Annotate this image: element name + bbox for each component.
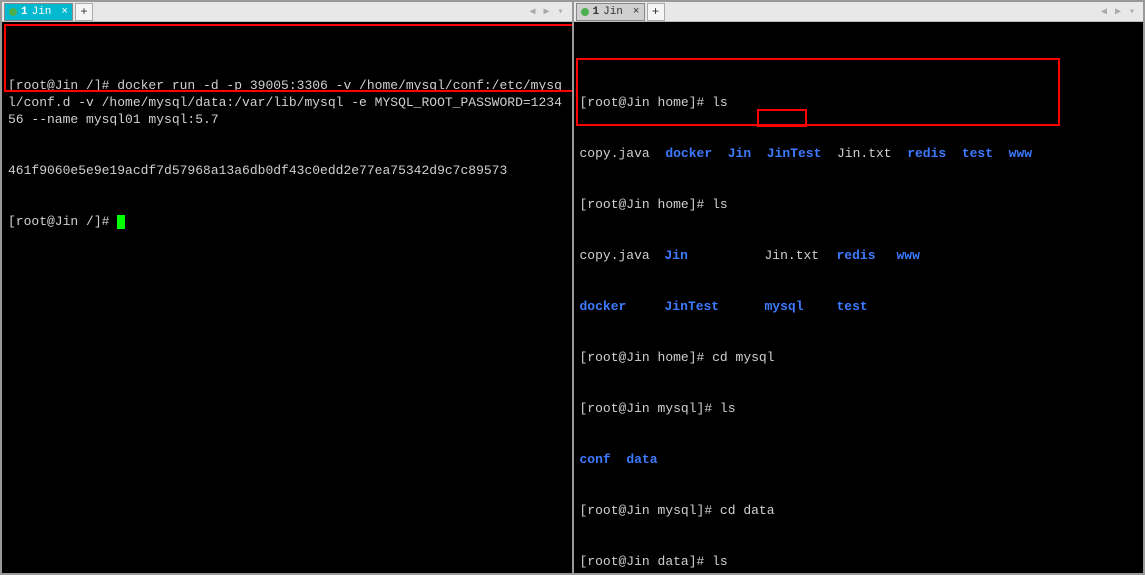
terminal-line: [root@Jin home]# ls	[580, 94, 1138, 111]
nav-dropdown-icon[interactable]: ▾	[554, 5, 568, 19]
terminal-line: [root@Jin home]# ls	[580, 196, 1138, 213]
close-icon[interactable]: ×	[633, 6, 640, 18]
left-tab[interactable]: 1 Jin ×	[4, 3, 73, 21]
split-view: 1 Jin × + ◀ ▶ ▾ [root@Jin /]# docker run…	[0, 0, 1145, 575]
highlight-box	[757, 109, 807, 127]
tab-number: 1	[593, 6, 600, 18]
tab-nav: ◀ ▶ ▾	[1097, 5, 1139, 19]
nav-dropdown-icon[interactable]: ▾	[1125, 5, 1139, 19]
highlight-box	[576, 58, 1060, 126]
left-pane: 1 Jin × + ◀ ▶ ▾ [root@Jin /]# docker run…	[1, 1, 573, 574]
right-tabbar: 1 Jin × + ◀ ▶ ▾	[574, 2, 1144, 22]
right-terminal[interactable]: [root@Jin home]# ls copy.java docker Jin…	[574, 22, 1144, 573]
nav-prev-icon[interactable]: ◀	[526, 5, 540, 19]
nav-next-icon[interactable]: ▶	[540, 5, 554, 19]
terminal-line: 461f9060e5e9e19acdf7d57968a13a6db0df43c0…	[8, 162, 566, 179]
terminal-line: [root@Jin mysql]# ls	[580, 400, 1138, 417]
tab-number: 1	[21, 6, 28, 18]
terminal-line: dockerJinTestmysqltest	[580, 298, 1138, 315]
tab-host: Jin	[603, 6, 623, 18]
terminal-line: [root@Jin /]#	[8, 213, 566, 230]
cursor-icon	[117, 215, 125, 229]
terminal-line: conf data	[580, 451, 1138, 468]
new-tab-button[interactable]: +	[75, 3, 93, 21]
nav-prev-icon[interactable]: ◀	[1097, 5, 1111, 19]
terminal-line: [root@Jin home]# cd mysql	[580, 349, 1138, 366]
terminal-line: copy.javaJinJin.txtrediswww	[580, 247, 1138, 264]
terminal-line: [root@Jin /]# docker run -d -p 39005:330…	[8, 77, 566, 128]
status-dot-icon	[581, 8, 589, 16]
nav-next-icon[interactable]: ▶	[1111, 5, 1125, 19]
left-tabbar: 1 Jin × + ◀ ▶ ▾	[2, 2, 572, 22]
tab-nav: ◀ ▶ ▾	[526, 5, 568, 19]
terminal-line: [root@Jin data]# ls	[580, 553, 1138, 570]
right-tab[interactable]: 1 Jin ×	[576, 3, 645, 21]
prompt: [root@Jin /]#	[8, 214, 117, 229]
right-pane: 1 Jin × + ◀ ▶ ▾ [root@Jin home]# ls copy…	[573, 1, 1145, 574]
terminal-line: copy.java docker Jin JinTest Jin.txt red…	[580, 145, 1138, 162]
close-icon[interactable]: ×	[61, 6, 68, 18]
tab-host: Jin	[32, 6, 52, 18]
left-terminal[interactable]: [root@Jin /]# docker run -d -p 39005:330…	[2, 22, 572, 573]
new-tab-button[interactable]: +	[647, 3, 665, 21]
status-dot-icon	[9, 8, 17, 16]
terminal-line: [root@Jin mysql]# cd data	[580, 502, 1138, 519]
